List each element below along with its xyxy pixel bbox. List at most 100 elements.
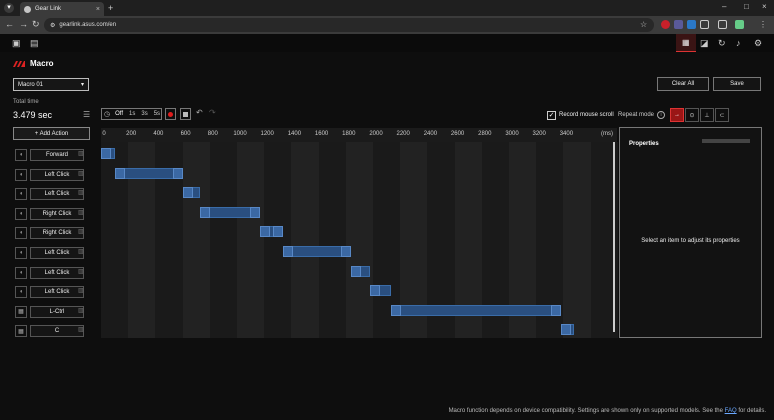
event-end-handle[interactable]	[172, 167, 183, 179]
delay-option-3s[interactable]: 3s	[138, 111, 150, 117]
action-label[interactable]: Left Click	[30, 188, 84, 201]
action-label[interactable]: Left Click	[30, 247, 84, 259]
repeat-loop-button[interactable]: ⊂	[715, 108, 729, 122]
store-icon[interactable]: ▤	[30, 38, 39, 49]
action-row[interactable]: ▦ C ▥	[13, 322, 90, 338]
extension-icon[interactable]	[674, 20, 683, 29]
timeline-event-bar[interactable]	[560, 324, 575, 336]
repeat-hold-button[interactable]: ⊥	[700, 108, 714, 122]
timeline-event-bar[interactable]	[390, 304, 561, 316]
trash-icon[interactable]: ▥	[78, 170, 84, 177]
sliders-icon[interactable]: ☰	[83, 110, 90, 119]
extension-blue-icon[interactable]	[687, 20, 696, 29]
trash-icon[interactable]: ▥	[78, 268, 84, 275]
action-label[interactable]: Right Click	[30, 227, 84, 240]
action-row[interactable]: ◖ Left Click ▥	[13, 185, 90, 201]
faq-link[interactable]: FAQ	[725, 408, 737, 414]
extension-red-icon[interactable]	[661, 20, 670, 29]
macro-nav-active[interactable]: ▦	[676, 34, 696, 52]
trash-icon[interactable]: ▥	[78, 209, 84, 216]
event-end-handle[interactable]	[341, 246, 352, 257]
delay-option-5s[interactable]: 5s	[151, 111, 163, 117]
site-info-icon[interactable]: ⚙	[50, 22, 55, 29]
action-row[interactable]: ◖ Left Click ▥	[13, 166, 90, 182]
profile-avatar[interactable]	[735, 20, 744, 29]
trash-icon[interactable]: ▥	[78, 150, 84, 157]
timeline-event-bar[interactable]	[351, 265, 371, 277]
action-row[interactable]: ▦ L-Ctrl ▥	[13, 303, 90, 319]
redo-icon[interactable]: ↷	[209, 108, 216, 117]
info-icon[interactable]: i	[657, 111, 665, 119]
delay-option-off[interactable]: Off	[112, 111, 126, 117]
action-row[interactable]: ◖ Left Click ▥	[13, 264, 90, 280]
extensions-puzzle-icon[interactable]	[700, 20, 709, 29]
device-icon[interactable]: ▣	[12, 38, 21, 49]
timeline-track[interactable]	[101, 142, 618, 338]
action-row[interactable]: ◖ Left Click ▥	[13, 283, 90, 299]
undo-icon[interactable]: ↶	[196, 108, 203, 117]
timeline-event-bar[interactable]	[370, 285, 391, 297]
event-end-handle[interactable]	[273, 226, 284, 238]
sync-icon[interactable]: ↻	[718, 38, 726, 49]
trash-icon[interactable]: ▥	[78, 326, 84, 333]
action-label[interactable]: C	[30, 325, 84, 338]
trash-icon[interactable]: ▥	[78, 307, 84, 314]
trash-icon[interactable]: ▥	[78, 248, 84, 255]
sidepanel-icon[interactable]	[718, 20, 727, 29]
timeline-event-bar[interactable]	[101, 148, 115, 159]
event-start-handle[interactable]	[200, 206, 211, 218]
delay-option-1s[interactable]: 1s	[126, 111, 138, 117]
timeline-event-bar[interactable]	[182, 187, 201, 199]
minimize-icon[interactable]: –	[722, 2, 726, 11]
event-end-handle[interactable]	[250, 206, 261, 218]
event-end-handle[interactable]	[550, 304, 561, 316]
action-row[interactable]: ◖ Right Click ▥	[13, 224, 90, 240]
new-tab-icon[interactable]: +	[108, 3, 113, 13]
timeline-event-bar[interactable]	[260, 226, 284, 238]
record-scroll-checkbox[interactable]: ✓	[547, 111, 556, 120]
browser-menu-icon[interactable]: ▾	[4, 3, 14, 13]
timeline-scrollbar[interactable]	[613, 142, 615, 332]
action-label[interactable]: L-Ctrl	[30, 305, 84, 318]
timeline-event-bar[interactable]	[200, 206, 261, 218]
event-start-handle[interactable]	[114, 167, 125, 179]
event-start-handle[interactable]	[560, 324, 571, 336]
gear-icon[interactable]: ⚙	[754, 38, 762, 49]
browser-kebab-icon[interactable]: ⋮	[759, 20, 768, 29]
stop-button[interactable]	[180, 108, 191, 120]
tool-icon[interactable]: ◪	[700, 38, 709, 49]
event-start-handle[interactable]	[101, 148, 111, 159]
clear-all-button[interactable]: Clear All	[657, 77, 709, 91]
close-tab-icon[interactable]: ×	[96, 6, 100, 13]
record-button[interactable]	[165, 108, 176, 120]
repeat-toggle-button[interactable]: ⊙	[685, 108, 699, 122]
forward-icon[interactable]: →	[19, 19, 28, 29]
repeat-once-button[interactable]: →	[670, 108, 684, 122]
action-row[interactable]: ◖ Forward ▥	[13, 146, 90, 162]
event-start-handle[interactable]	[182, 187, 193, 199]
bookmark-star-icon[interactable]: ☆	[640, 20, 649, 29]
action-row[interactable]: ◖ Right Click ▥	[13, 205, 90, 221]
maximize-icon[interactable]: □	[744, 2, 749, 11]
timeline-event-bar[interactable]	[114, 167, 183, 179]
window-close-icon[interactable]: ×	[762, 2, 767, 11]
trash-icon[interactable]: ▥	[78, 228, 84, 235]
address-bar[interactable]: ⚙ gearlink.asus.com/en	[44, 18, 654, 32]
event-start-handle[interactable]	[370, 285, 381, 297]
reload-icon[interactable]: ↻	[32, 19, 40, 30]
browser-tab[interactable]: Gear Link ×	[20, 2, 104, 16]
action-label[interactable]: Left Click	[30, 266, 84, 279]
action-label[interactable]: Left Click	[30, 286, 84, 299]
trash-icon[interactable]: ▥	[78, 189, 84, 196]
back-icon[interactable]: ←	[5, 19, 14, 29]
macro-select[interactable]: Macro 01 ▾	[13, 78, 89, 91]
timeline-event-bar[interactable]	[283, 246, 352, 257]
action-label[interactable]: Left Click	[30, 168, 84, 181]
action-label[interactable]: Right Click	[30, 207, 84, 220]
trash-icon[interactable]: ▥	[78, 287, 84, 294]
save-button[interactable]: Save	[713, 77, 761, 91]
add-action-button[interactable]: + Add Action	[13, 127, 90, 140]
event-start-handle[interactable]	[283, 246, 294, 257]
action-row[interactable]: ◖ Left Click ▥	[13, 244, 90, 260]
bell-icon[interactable]: ♪	[736, 38, 741, 48]
